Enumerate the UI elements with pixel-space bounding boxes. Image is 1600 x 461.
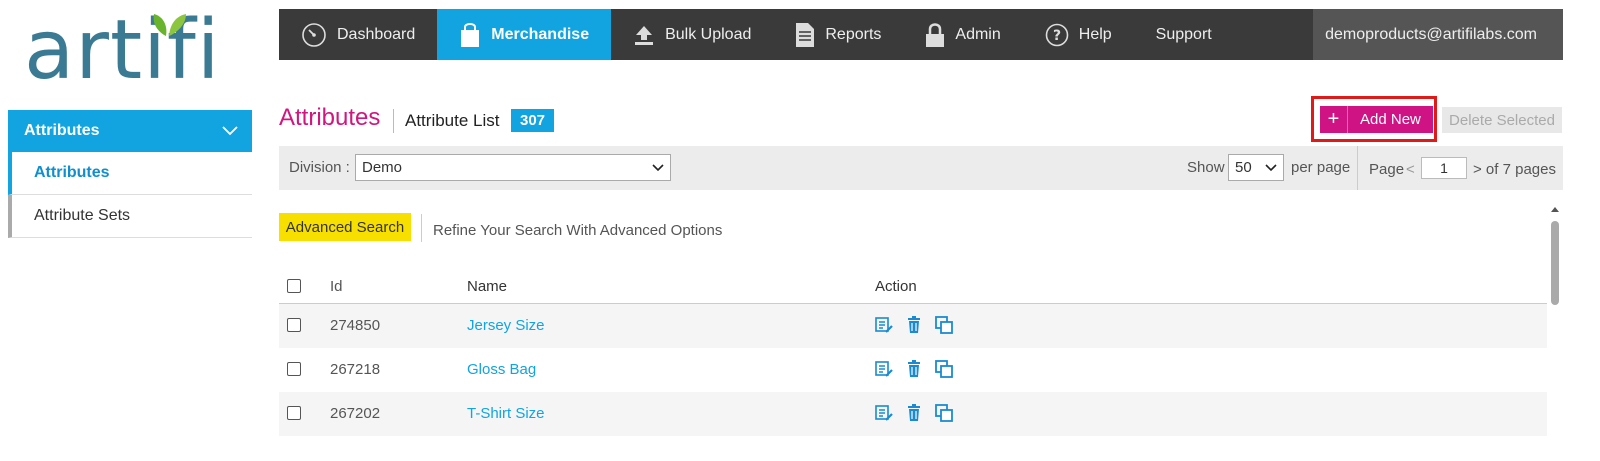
sidebar-section-attributes[interactable]: Attributes (8, 110, 252, 152)
title-divider (393, 109, 394, 133)
page-size-value: 50 (1235, 159, 1252, 176)
sidebar-item-attribute-sets[interactable]: Attribute Sets (8, 195, 252, 238)
table-row: 274850 Jersey Size (279, 304, 1547, 348)
nav-label: Reports (825, 25, 882, 43)
per-page-label: per page (1291, 159, 1351, 176)
division-value: Demo (362, 159, 403, 176)
edit-icon[interactable] (875, 316, 893, 334)
delete-selected-button[interactable]: Delete Selected (1442, 107, 1562, 133)
row-checkbox[interactable] (287, 406, 301, 420)
sidebar: Attributes Attributes Attribute Sets (8, 110, 252, 238)
leaf-icon (153, 14, 186, 36)
edit-icon[interactable] (875, 404, 893, 422)
division-label: Division : (289, 159, 350, 176)
table-header: Id Name Action (279, 270, 1547, 304)
page-title: Attributes (279, 104, 381, 131)
scroll-up-arrow-icon[interactable] (1550, 205, 1560, 213)
show-label: Show (1187, 159, 1225, 176)
artifi-logo: artifi (24, 4, 224, 99)
question-icon: ? (1045, 23, 1069, 46)
row-id: 274850 (330, 317, 381, 334)
dashboard-gauge-icon (302, 22, 326, 47)
chevron-down-icon (222, 126, 238, 136)
scrollbar-thumb[interactable] (1551, 221, 1559, 305)
chevron-down-icon (1265, 164, 1277, 172)
nav-label: Dashboard (337, 25, 416, 43)
plus-icon: + (1320, 106, 1348, 133)
upload-icon (635, 25, 654, 45)
page-subtitle: Attribute List (405, 111, 500, 130)
nav-item-dashboard[interactable]: Dashboard (279, 9, 437, 60)
nav-item-bulk-upload[interactable]: Bulk Upload (611, 9, 773, 60)
nav-label: Admin (955, 25, 1001, 43)
advanced-search-button[interactable]: Advanced Search (279, 213, 411, 241)
sidebar-item-label: Attributes (34, 164, 110, 181)
sidebar-header-label: Attributes (24, 122, 100, 139)
chevron-down-icon (652, 164, 664, 172)
delete-icon[interactable] (905, 360, 923, 378)
add-new-label: Add New (1360, 111, 1421, 128)
page-label: Page (1369, 161, 1405, 178)
nav-item-help[interactable]: ? Help (1023, 9, 1134, 60)
add-new-button[interactable]: + Add New (1320, 106, 1433, 133)
advanced-search-hint: Refine Your Search With Advanced Options (433, 222, 723, 239)
nav-item-reports[interactable]: Reports (773, 9, 903, 60)
document-icon (796, 22, 815, 47)
nav-label: Support (1155, 25, 1212, 43)
pagination-divider (1357, 146, 1358, 190)
table-row: 267202 T-Shirt Size (279, 392, 1547, 436)
column-header-action: Action (875, 278, 917, 295)
sidebar-item-label: Attribute Sets (34, 207, 131, 224)
svg-text:?: ? (1053, 28, 1061, 44)
user-account-menu[interactable]: demoproducts@artifilabs.com (1313, 9, 1563, 60)
row-actions (875, 404, 953, 422)
user-email: demoproducts@artifilabs.com (1325, 25, 1537, 43)
page-size-select[interactable]: 50 (1228, 154, 1284, 181)
nav-item-support[interactable]: Support (1134, 9, 1234, 60)
table-row: 267218 Gloss Bag (279, 348, 1547, 392)
column-header-name[interactable]: Name (467, 278, 507, 295)
copy-icon[interactable] (935, 316, 953, 334)
nav-label: Merchandise (491, 25, 590, 43)
shopping-bag-icon (461, 22, 480, 47)
division-select[interactable]: Demo (355, 154, 671, 181)
row-name-link[interactable]: T-Shirt Size (467, 405, 545, 422)
logo-text: artifi (24, 3, 221, 98)
page-number-input[interactable]: 1 (1421, 157, 1467, 179)
top-nav: Dashboard Merchandise Bulk Upload Report… (279, 9, 1563, 60)
row-checkbox[interactable] (287, 362, 301, 376)
advanced-divider (421, 214, 422, 242)
row-id: 267202 (330, 405, 381, 422)
row-actions (875, 316, 953, 334)
row-name-link[interactable]: Gloss Bag (467, 361, 536, 378)
filter-bar: Division : Demo Show 50 per page Page < … (279, 146, 1563, 190)
previous-page-button[interactable]: < (1406, 161, 1415, 178)
row-id: 267218 (330, 361, 381, 378)
row-checkbox[interactable] (287, 318, 301, 332)
nav-label: Bulk Upload (665, 25, 752, 43)
row-actions (875, 360, 953, 378)
count-badge: 307 (511, 109, 555, 132)
delete-icon[interactable] (905, 316, 923, 334)
nav-label: Help (1078, 25, 1112, 43)
delete-icon[interactable] (905, 404, 923, 422)
copy-icon[interactable] (935, 360, 953, 378)
edit-icon[interactable] (875, 360, 893, 378)
row-name-link[interactable]: Jersey Size (467, 317, 545, 334)
next-page-and-total[interactable]: > of 7 pages (1473, 161, 1556, 178)
nav-item-admin[interactable]: Admin (903, 9, 1022, 60)
nav-item-merchandise[interactable]: Merchandise (437, 9, 612, 60)
attribute-table: Id Name Action 274850 Jersey Size 267218… (279, 270, 1547, 436)
lock-icon (926, 22, 945, 47)
column-header-id[interactable]: Id (330, 278, 343, 295)
copy-icon[interactable] (935, 404, 953, 422)
select-all-checkbox[interactable] (287, 279, 301, 293)
sidebar-item-attributes[interactable]: Attributes (8, 152, 252, 195)
